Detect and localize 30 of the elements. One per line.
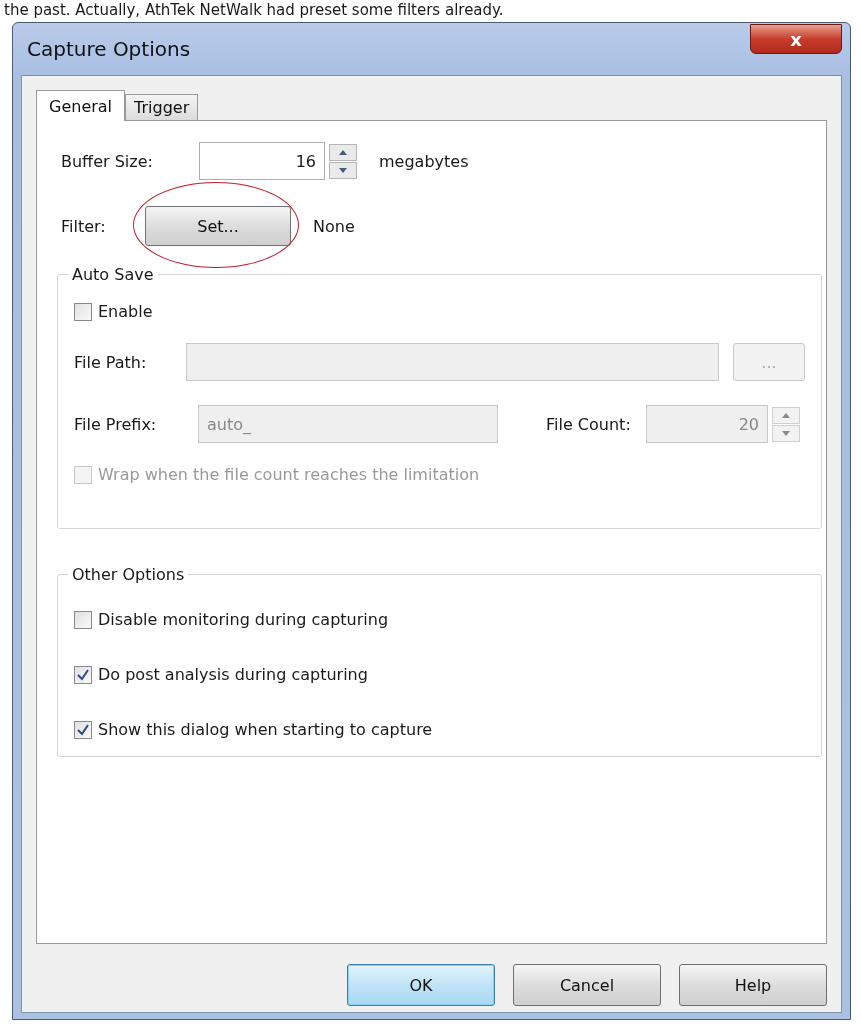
checkbox-label: Show this dialog when starting to capture <box>98 720 433 739</box>
dialog-button[interactable]: Cancel <box>513 964 661 1006</box>
checkbox[interactable] <box>74 665 92 684</box>
checkbox[interactable] <box>74 610 92 629</box>
set-button[interactable]: Set... <box>145 206 291 246</box>
field-label: File Count: <box>546 414 632 434</box>
checkbox-label: Do post analysis during capturing <box>98 665 368 684</box>
dialog-button[interactable]: OK <box>347 964 495 1006</box>
field-label: File Path: <box>74 352 148 372</box>
group-title: Auto Save <box>71 265 155 284</box>
checkbox-label: Disable monitoring during capturing <box>98 610 389 629</box>
checkbox-label: Wrap when the file count reaches the limitation <box>98 465 480 484</box>
group-title: Other Options <box>71 565 186 584</box>
buffer-size-field[interactable]: 16 <box>199 142 325 180</box>
checkbox[interactable] <box>74 302 92 321</box>
dialog-button[interactable]: Help <box>679 964 827 1006</box>
field-label: File Prefix: <box>74 414 158 434</box>
checkbox-label: Enable <box>98 302 153 321</box>
filter-value: None <box>313 216 355 236</box>
field-label: Buffer Size: <box>61 151 154 171</box>
spinner-icon[interactable] <box>772 406 800 442</box>
tab[interactable]: General <box>36 90 126 121</box>
field-label: Filter: <box>61 216 107 236</box>
spinner-icon[interactable] <box>329 143 357 179</box>
caption-text: the past. Actually, AthTek NetWalk had preset some filters already. <box>3 0 505 20</box>
unit-label: megabytes <box>379 151 469 171</box>
tab[interactable]: Trigger <box>125 94 199 120</box>
window-title: Capture Options <box>26 37 191 61</box>
close-button[interactable]: x <box>750 24 842 54</box>
checkbox[interactable] <box>74 720 92 739</box>
